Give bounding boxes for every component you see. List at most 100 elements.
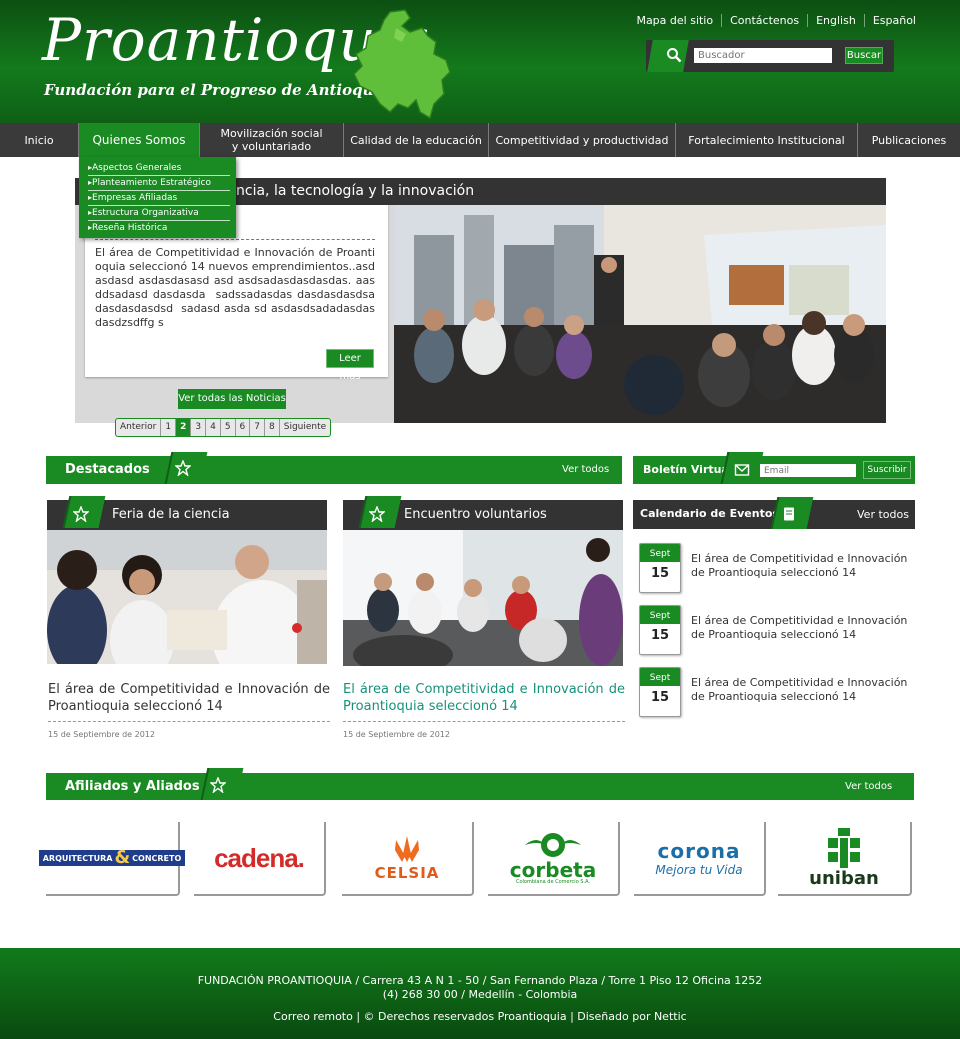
- calendar-title: Calendario de Eventos: [640, 507, 779, 520]
- search-icon[interactable]: [666, 47, 682, 63]
- pager-page[interactable]: 7: [250, 419, 266, 436]
- cal-day: 15: [650, 566, 670, 581]
- nav-inicio[interactable]: Inicio: [0, 123, 79, 157]
- footer-phone: (4) 268 30 00 / Medellín - Colombia: [382, 988, 578, 1001]
- pager-page[interactable]: 4: [206, 419, 221, 436]
- logo-celsia[interactable]: CELSIA: [342, 822, 474, 896]
- submenu-item[interactable]: Aspectos Generales: [88, 161, 230, 176]
- calendar-date-icon: Sept 15: [639, 605, 681, 655]
- nav-publicaciones[interactable]: Publicaciones: [858, 123, 960, 157]
- nav-competitividad[interactable]: Competitividad y productividad: [489, 123, 676, 157]
- card-date: 15 de Septiembre de 2012: [343, 730, 450, 739]
- star-icon: [210, 777, 226, 793]
- read-more-button[interactable]: Leer más: [326, 349, 374, 382]
- logo-text: CELSIA: [374, 864, 440, 882]
- logo-corona[interactable]: corona Mejora tu Vida: [634, 822, 766, 896]
- cal-month: Sept: [640, 668, 680, 686]
- afiliados-see-all[interactable]: Ver todos: [845, 781, 892, 792]
- event-text[interactable]: El área de Competitividad e Innovación d…: [691, 614, 917, 642]
- submenu-quienes-somos: Aspectos Generales Planteamiento Estraté…: [79, 157, 236, 238]
- notepad-icon: [784, 507, 794, 521]
- meeting-photo-illustration: [394, 205, 886, 423]
- all-news-button[interactable]: Ver todas las Noticias: [178, 389, 286, 409]
- uniban-emblem-icon: [828, 828, 860, 868]
- footer-links[interactable]: Correo remoto | © Derechos reservados Pr…: [0, 1010, 960, 1023]
- card-date: 15 de Septiembre de 2012: [48, 730, 155, 739]
- top-links: Mapa del sitio Contáctenos English Españ…: [628, 14, 924, 27]
- site-footer: FUNDACIÓN PROANTIOQUIA / Carrera 43 A N …: [0, 948, 960, 1039]
- logo-corbeta[interactable]: corbeta Colombiana de Comercio S.A.: [488, 822, 620, 896]
- search-input[interactable]: [694, 48, 832, 63]
- contact-link[interactable]: Contáctenos: [721, 14, 807, 27]
- nav-quienes-somos[interactable]: Quienes Somos: [79, 123, 200, 157]
- volunteers-photo-illustration: [343, 530, 623, 666]
- science-fair-photo-illustration: [47, 530, 327, 664]
- pager-prev[interactable]: Anterior: [116, 419, 162, 436]
- mail-icon: [734, 464, 750, 476]
- divider: [343, 721, 625, 722]
- card-text[interactable]: El área de Competitividad e Innovación d…: [343, 681, 625, 715]
- submenu-item[interactable]: Estructura Organizativa: [88, 206, 230, 221]
- destacados-title: Destacados: [65, 462, 150, 477]
- submenu-item[interactable]: Empresas Afiliadas: [88, 191, 230, 206]
- corbeta-emblem-icon: [525, 833, 581, 857]
- pager-next[interactable]: Siguiente: [280, 419, 330, 436]
- pagination: Anterior 1 2 3 4 5 6 7 8 Siguiente: [115, 418, 332, 437]
- spanish-link[interactable]: Español: [863, 14, 924, 27]
- cal-day: 15: [650, 690, 670, 705]
- card-photo-encuentro[interactable]: [343, 530, 623, 666]
- boletin-title: Boletín Virtual: [643, 463, 733, 476]
- search-button[interactable]: Buscar: [845, 47, 883, 64]
- logo-text: cadena.: [214, 842, 305, 873]
- nav-movilizacion[interactable]: Movilización social y voluntariado: [200, 123, 344, 157]
- card-title[interactable]: Encuentro voluntarios: [404, 507, 547, 522]
- footer-address: FUNDACIÓN PROANTIOQUIA / Carrera 43 A N …: [197, 974, 763, 987]
- star-icon: [73, 506, 89, 522]
- email-input[interactable]: [760, 464, 856, 477]
- english-link[interactable]: English: [807, 14, 864, 27]
- card-text[interactable]: El área de Competitividad e Innovación d…: [48, 681, 330, 715]
- logo-ampersand: &: [114, 847, 131, 868]
- main-nav: Inicio Quienes Somos Movilización social…: [0, 123, 960, 157]
- calendar-see-all[interactable]: Ver todos: [857, 508, 909, 521]
- logo-cadena[interactable]: cadena.: [194, 822, 326, 896]
- logo-text: CONCRETO: [132, 853, 182, 863]
- pager-page[interactable]: 1: [161, 419, 177, 436]
- celsia-flame-icon: [395, 836, 419, 862]
- featured-photo[interactable]: [394, 205, 886, 423]
- submenu-item[interactable]: Reseña Histórica: [88, 221, 230, 236]
- event-text[interactable]: El área de Competitividad e Innovación d…: [691, 676, 917, 704]
- event-text[interactable]: El área de Competitividad e Innovación d…: [691, 552, 917, 580]
- cal-month: Sept: [640, 606, 680, 624]
- pager-page[interactable]: 6: [236, 419, 251, 436]
- logo-text: uniban: [809, 868, 879, 889]
- calendar-date-icon: Sept 15: [639, 543, 681, 593]
- star-icon: [175, 460, 191, 476]
- divider: [95, 239, 375, 240]
- card-photo-feria[interactable]: [47, 530, 327, 664]
- cal-day: 15: [650, 628, 670, 643]
- logo-subtitle: Fundación para el Progreso de Antioquia: [44, 81, 389, 99]
- logo-uniban[interactable]: uniban: [778, 822, 912, 896]
- divider: [48, 721, 330, 722]
- nav-calidad-educacion[interactable]: Calidad de la educación: [344, 123, 489, 157]
- subscribe-button[interactable]: Suscribir: [863, 461, 911, 479]
- cal-month: Sept: [640, 544, 680, 562]
- pager-page[interactable]: 3: [191, 419, 207, 436]
- afiliados-title: Afiliados y Aliados: [65, 779, 200, 794]
- pager-page[interactable]: 8: [265, 419, 280, 436]
- submenu-item[interactable]: Planteamiento Estratégico: [88, 176, 230, 191]
- destacados-see-all[interactable]: Ver todos: [562, 464, 609, 475]
- logo-tagline: Colombiana de Comercio S.A.: [515, 879, 591, 885]
- nav-fortalecimiento[interactable]: Fortalecimiento Institucional: [676, 123, 858, 157]
- sitemap-link[interactable]: Mapa del sitio: [628, 14, 721, 27]
- featured-text: El área de Competitividad e Innovación d…: [95, 246, 375, 329]
- arq-logo: ARQUITECTURA & CONCRETO: [38, 847, 186, 868]
- card-title[interactable]: Feria de la ciencia: [112, 507, 230, 522]
- featured-title[interactable]: ncia, la tecnología y la innovación: [236, 183, 474, 199]
- pager-page[interactable]: 5: [221, 419, 236, 436]
- logo-text: ARQUITECTURA: [42, 853, 113, 863]
- logo-arquitectura-concreto[interactable]: ARQUITECTURA & CONCRETO: [38, 822, 186, 896]
- calendar-date-icon: Sept 15: [639, 667, 681, 717]
- pager-page-current[interactable]: 2: [176, 419, 192, 436]
